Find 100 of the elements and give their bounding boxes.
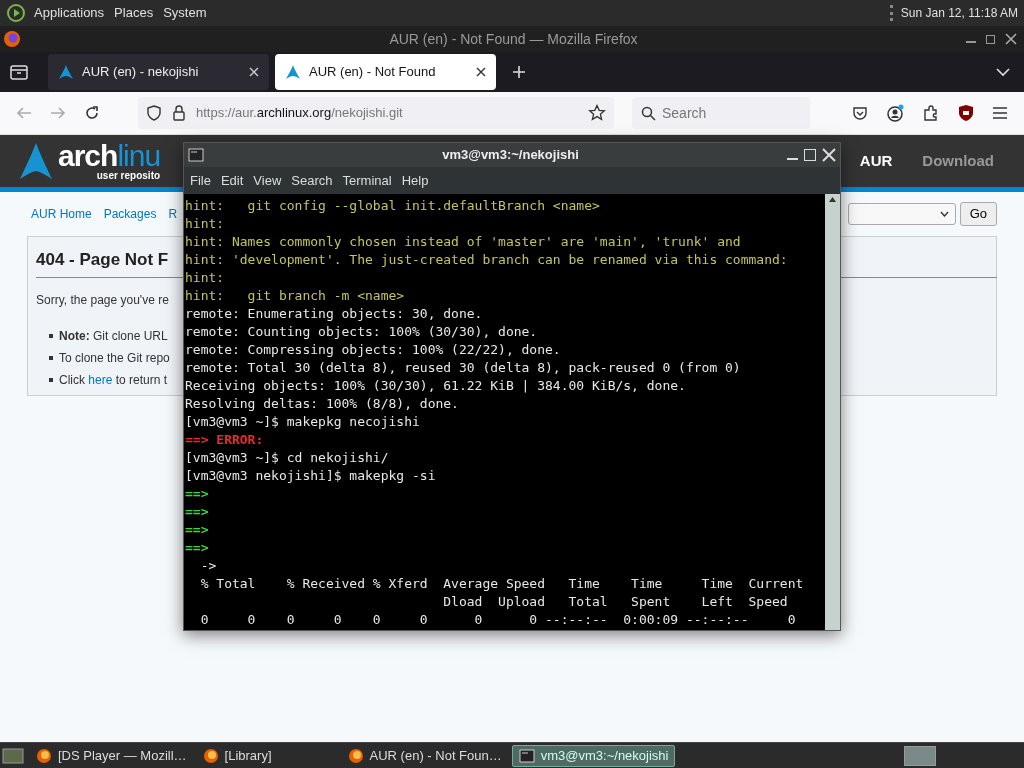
bullet-icon — [49, 355, 53, 360]
logo-text: arch — [58, 141, 118, 171]
browser-tab[interactable]: AUR (en) - Not Found — [275, 54, 496, 90]
taskbar-button[interactable]: [Library] — [196, 744, 278, 767]
bullet-text: To clone the Git repo — [59, 349, 170, 367]
firefox-icon — [347, 747, 364, 764]
url-text: https://aur.archlinux.org/nekojishi.git — [196, 104, 403, 123]
terminal-line: Resolving deltas: 100% (8/8), done. — [185, 395, 460, 413]
bullet-icon — [49, 377, 53, 382]
taskbar-label: AUR (en) - Not Foun… — [369, 746, 502, 765]
bullet-text: Click here to return t — [59, 371, 168, 389]
menu-item[interactable]: View — [249, 170, 286, 191]
firefox-icon — [202, 747, 219, 764]
bookmark-star-icon[interactable] — [588, 104, 606, 122]
firefox-icon — [36, 747, 52, 764]
distro-logo-icon[interactable] — [6, 3, 26, 23]
pocket-icon[interactable] — [852, 105, 868, 121]
nav-link[interactable]: Download — [922, 149, 994, 173]
terminal-line: ==> — [185, 539, 210, 557]
menu-item[interactable]: Help — [397, 170, 433, 191]
puzzle-piece-icon[interactable] — [922, 104, 940, 122]
close-icon[interactable] — [1005, 33, 1017, 45]
terminal-line: Dload Upload Total Spent Left Speed — [442, 593, 789, 611]
window-title: AUR (en) - Not Found — Mozilla Firefox — [388, 29, 639, 49]
nav-link[interactable]: Packages — [103, 205, 157, 223]
taskbar-label: [Library] — [224, 746, 272, 765]
terminal-line: -> — [199, 557, 218, 575]
terminal-icon — [188, 148, 204, 162]
menu-icon[interactable] — [992, 106, 1008, 120]
select-field[interactable] — [847, 203, 956, 225]
new-tab-icon[interactable] — [512, 65, 526, 79]
firefox-icon — [3, 30, 21, 48]
menu-item[interactable]: System — [163, 3, 207, 23]
browser-tab[interactable]: AUR (en) - nekojishi — [48, 54, 269, 90]
url-field[interactable]: https://aur.archlinux.org/nekojishi.git — [138, 97, 614, 129]
bullet-text: Note: Git clone URL — [59, 327, 168, 345]
arch-logo-icon — [58, 64, 74, 80]
tab-label: AUR (en) - nekojishi — [82, 63, 200, 82]
menu-item[interactable]: Terminal — [338, 170, 396, 191]
panel-text: Sorry, the page you've re — [36, 292, 169, 307]
menu-item[interactable]: Search — [287, 170, 337, 191]
arch-logo-icon — [285, 64, 301, 80]
panel-title: 404 - Page Not F — [36, 250, 169, 269]
terminal-line: ==> — [185, 503, 210, 521]
reload-icon[interactable] — [84, 105, 100, 121]
shield-icon[interactable] — [146, 105, 162, 121]
terminal-line: [vm3@vm3 ~]$ makepkg necojishi — [185, 413, 421, 431]
menu-item[interactable]: File — [186, 170, 215, 191]
taskbar-label: vm3@vm3:~/nekojishi — [540, 746, 669, 765]
clock[interactable]: Sun Jan 12, 11:18 AM — [900, 4, 1018, 22]
terminal-line: remote: Counting objects: 100% (30/30), done. — [185, 323, 539, 341]
terminal-line: ==> — [185, 485, 210, 503]
nav-link[interactable]: AUR — [859, 149, 893, 173]
terminal-line: hint: 'development'. The just-created branch can be renamed via this command: — [185, 251, 789, 269]
panel-handle-icon — [889, 5, 893, 21]
terminal-line: remote: Compressing objects: 100% (22/22), done. — [185, 341, 562, 359]
window-title: vm3@vm3:~/nekojishi — [441, 146, 580, 165]
show-desktop-icon[interactable] — [2, 746, 24, 765]
terminal-line: Receiving objects: 100% (30/30), 61.22 KiB | 384.00 KiB/s, done. — [185, 377, 687, 395]
nav-link[interactable]: R — [168, 205, 178, 223]
maximize-icon[interactable] — [986, 34, 995, 44]
terminal-line: ==> — [185, 521, 210, 539]
menu-item[interactable]: Applications — [34, 3, 105, 23]
bullet-icon — [49, 333, 53, 338]
nav-link[interactable]: AUR Home — [31, 205, 92, 223]
chevron-down-icon[interactable] — [996, 67, 1010, 77]
terminal-line: [vm3@vm3 nekojishi]$ makepkg -si — [185, 467, 437, 485]
scroll-up-icon[interactable] — [829, 197, 836, 202]
shield-extension-icon[interactable] — [958, 104, 974, 122]
taskbar-button[interactable]: [DS Player — Mozill… — [30, 744, 193, 767]
workspace-switcher[interactable] — [904, 745, 936, 766]
link[interactable]: here — [88, 372, 113, 387]
terminal-icon — [518, 748, 535, 763]
taskbar-label: [DS Player — Mozill… — [58, 746, 187, 765]
terminal-line: hint: — [185, 215, 226, 233]
taskbar-button[interactable]: AUR (en) - Not Foun… — [341, 744, 508, 767]
logo-subtitle: user reposito — [96, 171, 161, 181]
search-field[interactable]: Search — [632, 97, 810, 129]
terminal-line: remote: Total 30 (delta 8), reused 30 (delta 8), pack-reused 0 (from 0) — [185, 359, 742, 377]
terminal-line: [vm3@vm3 ~]$ cd nekojishi/ — [185, 449, 390, 467]
lock-icon[interactable] — [172, 105, 186, 121]
search-icon — [641, 106, 656, 121]
terminal-line: hint: — [185, 269, 226, 287]
logo-text: linu — [117, 141, 161, 171]
scrollbar[interactable] — [825, 194, 840, 630]
menu-item[interactable]: Places — [114, 3, 154, 23]
tab-label: AUR (en) - Not Found — [309, 63, 437, 82]
terminal-line: hint: Names commonly chosen instead of 'master' are 'main', 'trunk' and — [185, 233, 742, 251]
caret-icon — [939, 211, 949, 217]
terminal-line: ==> ERROR: — [185, 431, 265, 449]
taskbar-button[interactable]: vm3@vm3:~/nekojishi — [511, 744, 676, 767]
terminal-line: hint: git branch -m <name> — [185, 287, 406, 305]
terminal-line: % Total % Received % Xferd Average Speed Time Time Time Current — [199, 575, 805, 593]
menu-item[interactable]: Edit — [216, 170, 248, 191]
account-icon[interactable] — [886, 104, 904, 122]
go-button[interactable]: Go — [959, 202, 997, 226]
terminal-line: 0 0 0 0 0 0 0 0 --:--:-- 0:00:09 --:--:-- 0 — [199, 611, 797, 629]
close-icon[interactable] — [476, 67, 486, 77]
terminal-line: hint: git config --global init.defaultBranch <name> — [185, 197, 601, 215]
terminal-line: remote: Enumerating objects: 30, done. — [185, 305, 484, 323]
